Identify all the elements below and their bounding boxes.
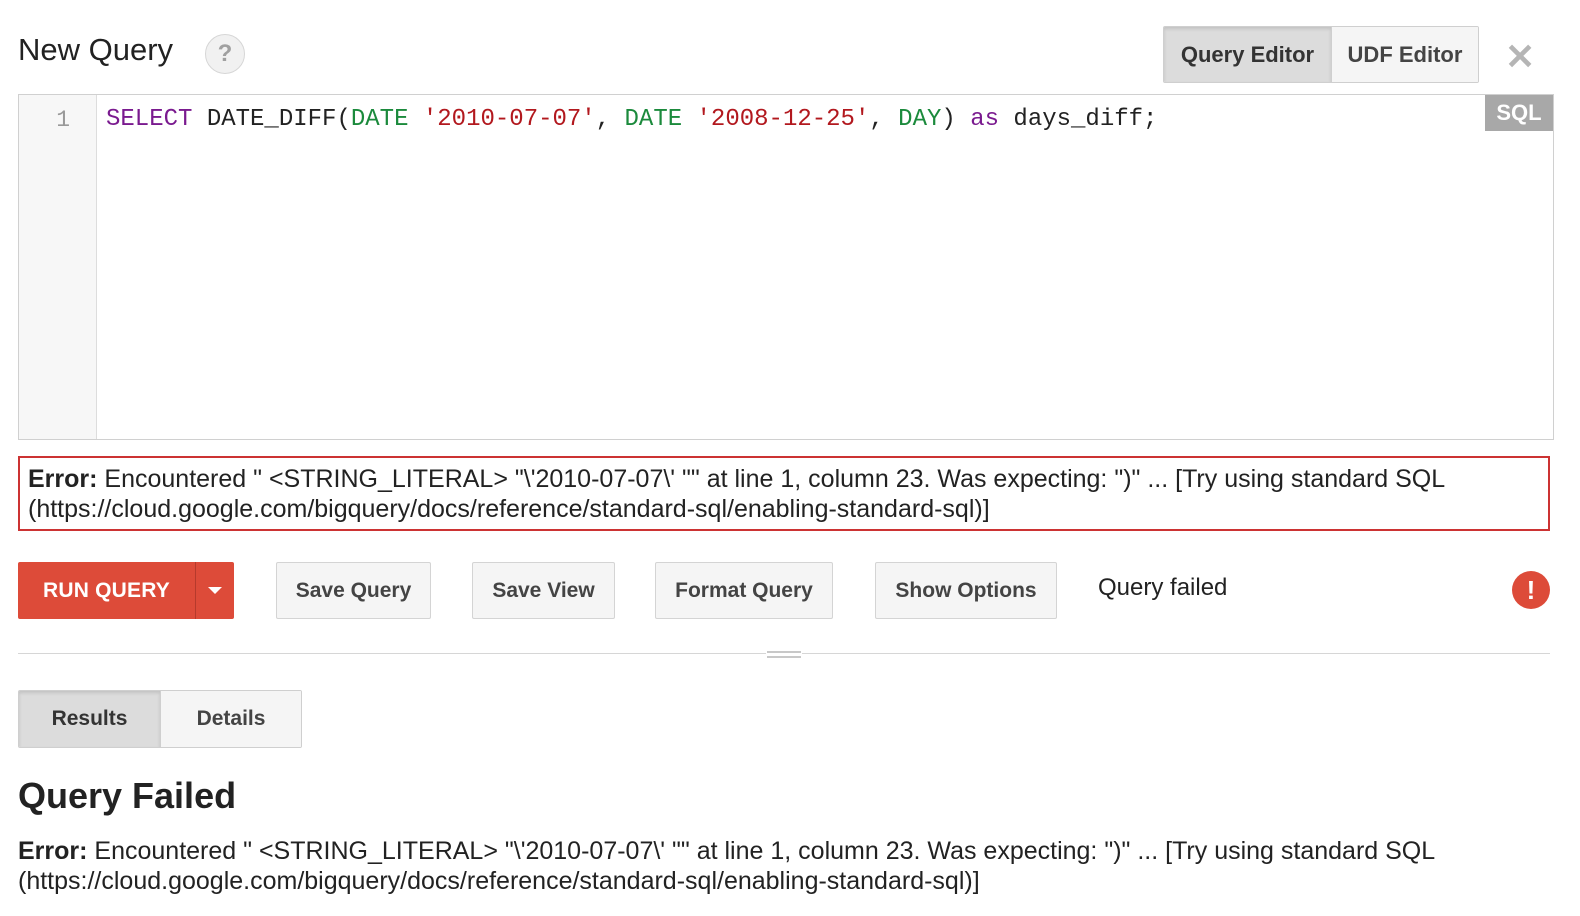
code-token-type: DATE xyxy=(624,106,683,133)
chevron-down-icon xyxy=(208,587,222,594)
code-token-plain: DATE_DIFF( xyxy=(192,106,351,133)
code-token-plain: days_diff; xyxy=(999,106,1158,133)
tab-details[interactable]: Details xyxy=(160,691,301,747)
results-error: Error: Encountered " <STRING_LITERAL> "\… xyxy=(18,836,1558,896)
tab-results[interactable]: Results xyxy=(19,691,160,747)
query-editor[interactable]: 1 SELECT DATE_DIFF(DATE '2010-07-07', DA… xyxy=(18,94,1554,440)
help-icon[interactable]: ? xyxy=(205,34,245,74)
tab-query-editor[interactable]: Query Editor xyxy=(1164,27,1331,82)
show-options-button[interactable]: Show Options xyxy=(875,562,1057,619)
results-error-message: Encountered " <STRING_LITERAL> "\'2010-0… xyxy=(18,837,1435,895)
code-token-keyword: as xyxy=(970,106,1000,133)
alert-icon[interactable]: ! xyxy=(1512,571,1550,609)
query-status: Query failed xyxy=(1098,574,1228,601)
line-gutter: 1 xyxy=(19,95,97,439)
tab-udf-editor[interactable]: UDF Editor xyxy=(1331,27,1478,82)
results-error-label: Error: xyxy=(18,837,88,865)
save-query-button[interactable]: Save Query xyxy=(276,562,431,619)
code-token-plain: , xyxy=(869,106,899,133)
format-query-button[interactable]: Format Query xyxy=(655,562,833,619)
line-number: 1 xyxy=(56,107,70,133)
error-message-box: Error: Encountered " <STRING_LITERAL> "\… xyxy=(18,456,1550,531)
code-token-plain: ) xyxy=(941,106,971,133)
close-icon[interactable]: ✕ xyxy=(1505,36,1535,78)
results-tabs: Results Details xyxy=(18,690,302,748)
page-title: New Query xyxy=(18,32,174,67)
code-token-keyword: SELECT xyxy=(106,106,193,133)
code-token-plain: , xyxy=(595,106,625,133)
results-title: Query Failed xyxy=(18,775,237,816)
code-line[interactable]: SELECT DATE_DIFF(DATE '2010-07-07', DATE… xyxy=(106,106,1157,133)
error-message: Encountered " <STRING_LITERAL> "\'2010-0… xyxy=(28,465,1445,523)
resize-handle[interactable] xyxy=(766,647,802,661)
code-token-type: DAY xyxy=(898,106,942,133)
code-token-type: DATE xyxy=(350,106,409,133)
code-token-string: '2008-12-25' xyxy=(696,106,870,133)
code-token-string: '2010-07-07' xyxy=(422,106,596,133)
editor-mode-tabs: Query Editor UDF Editor xyxy=(1163,26,1479,83)
error-label: Error: xyxy=(28,465,98,493)
sql-language-badge: SQL xyxy=(1485,95,1553,131)
run-query-label[interactable]: RUN QUERY xyxy=(18,562,195,619)
run-query-button[interactable]: RUN QUERY xyxy=(18,562,234,619)
run-options-dropdown[interactable] xyxy=(195,562,234,619)
save-view-button[interactable]: Save View xyxy=(472,562,615,619)
